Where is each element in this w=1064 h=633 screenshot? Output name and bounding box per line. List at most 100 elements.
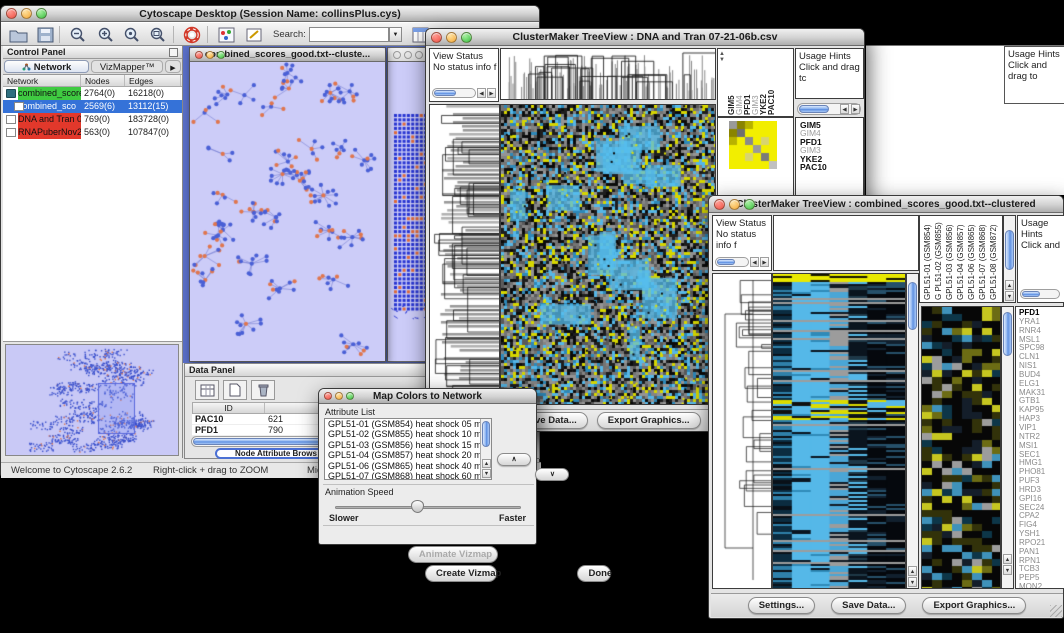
network-list-area[interactable] (3, 139, 182, 342)
zoom-in-icon[interactable] (95, 25, 117, 45)
animation-speed-slider[interactable] (335, 506, 521, 509)
zoom-window-icon[interactable] (415, 51, 423, 59)
scroll-down-icon[interactable]: ▼ (1005, 291, 1014, 301)
open-session-icon[interactable] (7, 25, 29, 45)
minimize-icon[interactable] (729, 199, 740, 210)
network-view-canvas[interactable] (190, 62, 385, 361)
network-tree-row[interactable]: combined_sco 2569(6) 13112(15) (3, 100, 182, 113)
scroll-right-icon[interactable]: ▶ (851, 104, 860, 114)
zoom-fit-icon[interactable] (147, 25, 169, 45)
tv2-column-dendrogram-panel[interactable] (773, 215, 919, 271)
tv2-row-dendrogram-panel[interactable] (712, 273, 772, 589)
scroll-down-icon[interactable]: ▼ (908, 577, 917, 587)
close-icon[interactable] (431, 32, 442, 43)
tv1-row-dendrogram[interactable] (430, 105, 499, 404)
delete-attribute-icon[interactable] (251, 380, 275, 400)
network-tree-row[interactable]: DNA and Tran 07 769(0) 183728(0) (3, 113, 182, 126)
tv2-gene-list[interactable]: PFD1YRA1RNR4MSL1SPC98CLN1NIS1BUD4ELG1MAK… (1015, 306, 1064, 589)
zoom-window-icon[interactable] (461, 32, 472, 43)
tv1-row-dendrogram-panel[interactable] (429, 104, 500, 405)
minimize-icon[interactable] (206, 51, 214, 59)
done-button[interactable]: Done (577, 565, 611, 582)
float-panel-icon[interactable] (169, 48, 178, 57)
close-icon[interactable] (393, 51, 401, 59)
attribute-list[interactable]: GPL51-01 (GSM854) heat shock 05 minGPL51… (324, 418, 492, 480)
new-attribute-icon[interactable] (223, 380, 247, 400)
save-session-icon[interactable] (34, 25, 56, 45)
scrollbar-thumb[interactable] (717, 259, 735, 265)
close-icon[interactable] (324, 392, 332, 400)
zoom-window-icon[interactable] (744, 199, 755, 210)
zoom-window-icon[interactable] (36, 8, 47, 19)
animate-vizmap-button[interactable]: Animate Vizmap (408, 546, 498, 563)
scrollbar-thumb[interactable] (799, 105, 829, 113)
close-icon[interactable] (195, 51, 203, 59)
tv1-heatmap-zoom[interactable] (729, 121, 777, 169)
minimize-icon[interactable] (446, 32, 457, 43)
tv1-heatmap-panel[interactable] (500, 104, 716, 405)
scroll-up-icon[interactable]: ▲ (1005, 280, 1014, 290)
dialog-titlebar[interactable]: Map Colors to Network (319, 389, 536, 404)
attribute-item[interactable]: GPL51-01 (GSM854) heat shock 05 min (325, 419, 491, 429)
column-header[interactable]: Nodes (81, 75, 125, 86)
map-colors-dialog[interactable]: Map Colors to Network Attribute List GPL… (318, 388, 537, 545)
search-dropdown-icon[interactable]: ▼ (389, 27, 402, 42)
network-tree[interactable]: combined_scores 2764(0) 16218(0) combine… (3, 87, 182, 139)
tv2-heatmap-scrollbar[interactable]: ▲ ▼ (906, 273, 919, 589)
close-icon[interactable] (6, 8, 17, 19)
annotation-icon[interactable] (243, 25, 265, 45)
scrollbar-thumb[interactable] (908, 282, 917, 330)
tv1-column-dendrogram-panel[interactable] (500, 48, 716, 100)
scroll-left-icon[interactable]: ◀ (477, 88, 486, 98)
scrollbar-thumb[interactable] (1005, 230, 1014, 270)
main-titlebar[interactable]: Cytoscape Desktop (Session Name: collins… (1, 6, 539, 22)
gene-label[interactable]: MON2 (1019, 583, 1064, 589)
search-input[interactable] (309, 27, 389, 42)
tv2-heatmap-panel[interactable] (772, 273, 906, 589)
treeview1-titlebar[interactable]: ClusterMaker TreeView : DNA and Tran 07-… (426, 29, 864, 46)
scroll-left-icon[interactable]: ◀ (840, 104, 849, 114)
attribute-item[interactable]: GPL51-04 (GSM857) heat shock 20 min (325, 450, 491, 460)
tv2-zoom-heatmap-panel[interactable] (921, 306, 1001, 589)
zoom-selected-icon[interactable] (121, 25, 143, 45)
network-overview-canvas[interactable] (6, 345, 178, 455)
scroll-down-icon[interactable]: ▼ (1003, 565, 1012, 575)
tv2-heatmap-global[interactable] (773, 274, 905, 588)
view-status-scrollbar[interactable] (432, 88, 476, 98)
network-tree-row[interactable]: RNAPuberNov2+I 563(0) 107847(0) (3, 126, 182, 139)
attribute-items[interactable]: GPL51-01 (GSM854) heat shock 05 minGPL51… (325, 419, 491, 480)
view-status-scrollbar[interactable] (715, 257, 749, 267)
minimize-icon[interactable] (335, 392, 343, 400)
resize-grip[interactable] (1050, 605, 1062, 617)
usage-hints-scrollbar[interactable] (1020, 289, 1060, 299)
scrollbar-thumb[interactable] (482, 421, 490, 447)
attribute-item[interactable]: GPL51-02 (GSM855) heat shock 10 min (325, 429, 491, 439)
zoom-out-icon[interactable] (67, 25, 89, 45)
attribute-list-scrollbar[interactable]: ▲ ▼ (480, 419, 491, 479)
vizmapper-icon[interactable] (215, 25, 237, 45)
column-header[interactable]: Edges (125, 75, 181, 86)
scroll-up-icon[interactable]: ▲▼ (719, 51, 725, 63)
tab-overflow-icon[interactable]: ▶ (165, 60, 181, 73)
treeview2-titlebar[interactable]: ClusterMaker TreeView : combined_scores_… (709, 196, 1063, 213)
create-vizmap-button[interactable]: Create Vizmap (425, 565, 497, 582)
tv2-row-dendrogram[interactable] (713, 274, 771, 588)
attribute-item[interactable]: GPL51-03 (GSM856) heat shock 15 min (325, 440, 491, 450)
scroll-down-icon[interactable]: ▼ (482, 469, 491, 478)
attribute-item[interactable]: GPL51-07 (GSM868) heat shock 60 min (325, 471, 491, 480)
attribute-select-icon[interactable] (195, 380, 219, 400)
scroll-up-icon[interactable]: ▲ (908, 566, 917, 576)
attribute-item[interactable]: GPL51-06 (GSM865) heat shock 40 min (325, 461, 491, 471)
scroll-right-icon[interactable]: ▶ (760, 257, 769, 267)
tv1-heatmap-global[interactable] (501, 105, 715, 404)
network-overview-panel[interactable] (5, 344, 179, 456)
scrollbar-thumb[interactable] (1003, 312, 1012, 356)
treeview2-window[interactable]: ClusterMaker TreeView : combined_scores_… (708, 195, 1064, 619)
gene-label[interactable]: PAC10 (800, 163, 863, 171)
tv2-labels-scrollbar[interactable]: ▲ ▼ (1003, 215, 1016, 303)
move-down-button[interactable]: ∨ (535, 468, 569, 481)
treeview-button[interactable]: Export Graphics... (597, 412, 701, 429)
treeview-button[interactable]: Export Graphics... (922, 597, 1026, 614)
minimize-icon[interactable] (21, 8, 32, 19)
network-tree-row[interactable]: combined_scores 2764(0) 16218(0) (3, 87, 182, 100)
